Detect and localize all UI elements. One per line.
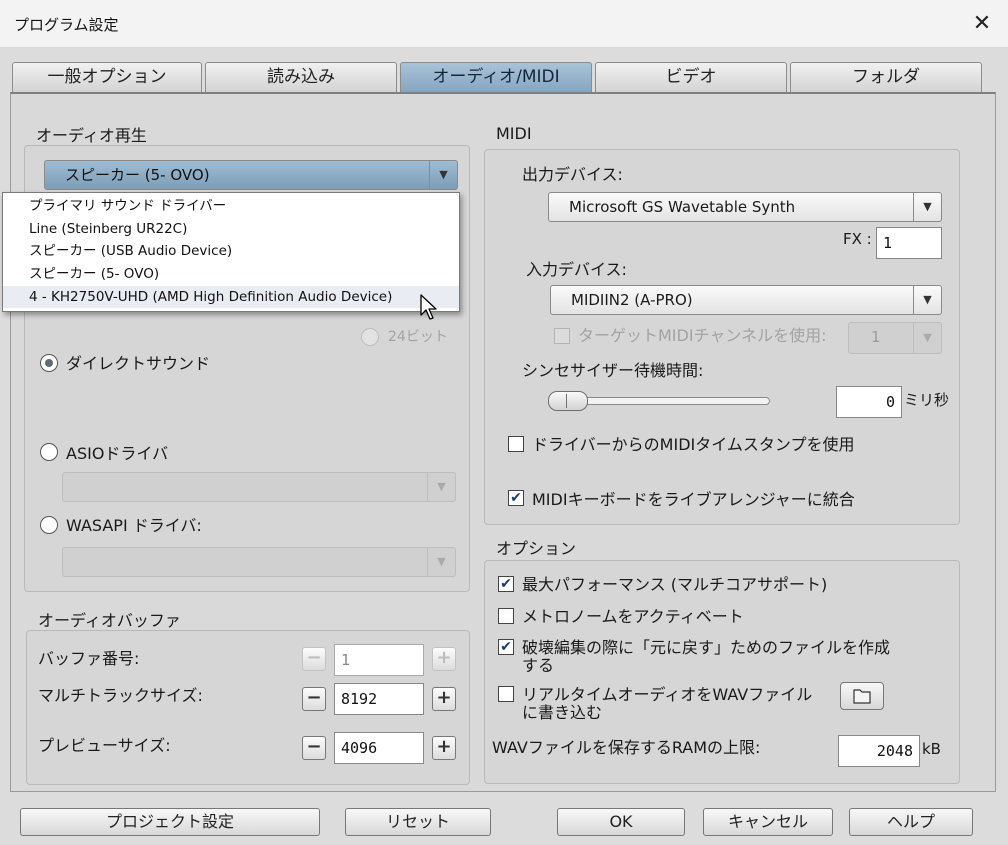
preview-size-label: プレビューサイズ: — [38, 736, 171, 755]
directsound-label: ダイレクトサウンド — [66, 354, 211, 373]
output-device-value: Microsoft GS Wavetable Synth — [569, 198, 796, 216]
chevron-down-icon: ▼ — [427, 473, 455, 501]
audio-device-value: スピーカー (5- OVO) — [65, 166, 210, 184]
target-channel-label: ターゲットMIDIチャンネルを使用: — [578, 326, 827, 345]
undo-file-label: 破壊編集の際に「元に戻す」ためのファイルを作成 — [522, 638, 891, 657]
dropdown-item[interactable]: Line (Steinberg UR22C) — [3, 218, 459, 240]
mouse-cursor-icon — [420, 294, 437, 320]
close-icon[interactable]: ✕ — [968, 10, 996, 38]
keyboard-label: MIDIキーボードをライブアレンジャーに統合 — [532, 490, 855, 509]
audio-device-dropdown: プライマリ サウンド ドライバー Line (Steinberg UR22C) … — [2, 192, 460, 312]
ram-limit-unit: kB — [922, 740, 941, 758]
synth-wait-input[interactable]: 0 — [836, 386, 902, 418]
ram-limit-input[interactable]: 2048 — [838, 735, 920, 767]
timestamp-checkbox[interactable] — [508, 436, 524, 452]
tab-import[interactable]: 読み込み — [205, 62, 397, 92]
realtime-wav-label-cont: に書き込む — [522, 703, 603, 722]
audio-buffer-label: オーディオバッファ — [38, 611, 181, 630]
dropdown-item[interactable]: プライマリ サウンド ドライバー — [3, 195, 459, 217]
folder-button[interactable] — [840, 682, 884, 710]
tab-folder[interactable]: フォルダ — [790, 62, 982, 92]
fx-label: FX : — [843, 230, 872, 248]
window-title: プログラム設定 — [14, 16, 119, 34]
wasapi-radio[interactable] — [40, 516, 58, 534]
options-label: オプション — [496, 539, 577, 558]
wasapi-label: WASAPI ドライバ: — [66, 516, 202, 535]
audio-playback-label: オーディオ再生 — [36, 126, 147, 145]
buffer-number-input[interactable]: 1 — [334, 644, 424, 676]
chevron-down-icon: ▼ — [913, 323, 941, 353]
output-device-select[interactable]: Microsoft GS Wavetable Synth ▼ — [548, 192, 942, 222]
chevron-down-icon: ▼ — [429, 161, 457, 189]
input-device-label: 入力デバイス: — [526, 260, 627, 279]
synth-wait-unit: ミリ秒 — [904, 391, 950, 409]
wasapi-driver-select[interactable]: ▼ — [62, 547, 456, 577]
multitrack-size-decrement[interactable]: − — [302, 687, 326, 711]
metronome-checkbox[interactable] — [498, 608, 514, 624]
chevron-down-icon: ▼ — [913, 193, 941, 221]
metronome-label: メトロノームをアクティベート — [522, 607, 744, 626]
preview-size-input[interactable]: 4096 — [334, 732, 424, 764]
tab-audio-midi[interactable]: オーディオ/MIDI — [400, 62, 592, 92]
target-channel-checkbox[interactable] — [554, 328, 570, 344]
buffer-number-increment[interactable]: + — [432, 647, 456, 671]
directsound-radio[interactable] — [40, 354, 58, 372]
synth-wait-slider-thumb[interactable] — [548, 391, 588, 411]
title-bar: プログラム設定 ✕ — [0, 0, 1008, 48]
tab-video[interactable]: ビデオ — [595, 62, 787, 92]
keyboard-checkbox[interactable]: ✔ — [508, 490, 524, 506]
ok-button[interactable]: OK — [557, 808, 685, 836]
multitrack-size-label: マルチトラックサイズ: — [38, 686, 203, 705]
chevron-down-icon: ▼ — [913, 286, 941, 314]
dropdown-item[interactable]: スピーカー (5- OVO) — [3, 263, 459, 285]
buffer-number-decrement[interactable]: − — [302, 647, 326, 671]
max-performance-label: 最大パフォーマンス (マルチコアサポート) — [522, 575, 828, 594]
fx-input[interactable]: 1 — [876, 227, 942, 259]
output-device-label: 出力デバイス: — [522, 165, 623, 184]
target-channel-select[interactable]: 1 ▼ — [848, 322, 942, 354]
project-settings-button[interactable]: プロジェクト設定 — [20, 808, 320, 836]
timestamp-label: ドライバーからのMIDIタイムスタンプを使用 — [532, 435, 855, 454]
undo-file-checkbox[interactable]: ✔ — [498, 639, 514, 655]
synth-wait-label: シンセサイザー待機時間: — [522, 361, 704, 380]
input-device-value: MIDIIN2 (A-PRO) — [571, 291, 693, 309]
tab-general[interactable]: 一般オプション — [12, 62, 202, 92]
audio-device-select[interactable]: スピーカー (5- OVO) ▼ — [44, 160, 458, 190]
multitrack-size-increment[interactable]: + — [432, 687, 456, 711]
max-performance-checkbox[interactable]: ✔ — [498, 576, 514, 592]
target-channel-value: 1 — [871, 328, 881, 346]
dropdown-item[interactable]: スピーカー (USB Audio Device) — [3, 240, 459, 262]
realtime-wav-checkbox[interactable] — [498, 686, 514, 702]
help-button[interactable]: ヘルプ — [849, 808, 973, 836]
cancel-button[interactable]: キャンセル — [703, 808, 833, 836]
undo-file-label-cont: する — [522, 656, 555, 675]
multitrack-size-input[interactable]: 8192 — [334, 683, 424, 715]
asio-driver-select[interactable]: ▼ — [62, 472, 456, 502]
asio-radio[interactable] — [40, 443, 58, 461]
folder-icon — [853, 689, 871, 704]
preview-size-increment[interactable]: + — [432, 736, 456, 760]
asio-label: ASIOドライバ — [66, 444, 169, 463]
chevron-down-icon: ▼ — [427, 548, 455, 576]
reset-button[interactable]: リセット — [345, 808, 491, 836]
buffer-number-label: バッファ番号: — [38, 649, 140, 668]
bit24-label: 24ビット — [388, 329, 448, 345]
preview-size-decrement[interactable]: − — [302, 736, 326, 760]
ram-limit-label: WAVファイルを保存するRAMの上限: — [492, 738, 761, 757]
bit24-radio[interactable] — [361, 328, 379, 346]
dropdown-item[interactable]: 4 - KH2750V-UHD (AMD High Definition Aud… — [3, 286, 459, 308]
input-device-select[interactable]: MIDIIN2 (A-PRO) ▼ — [550, 285, 942, 315]
midi-label: MIDI — [496, 124, 532, 143]
